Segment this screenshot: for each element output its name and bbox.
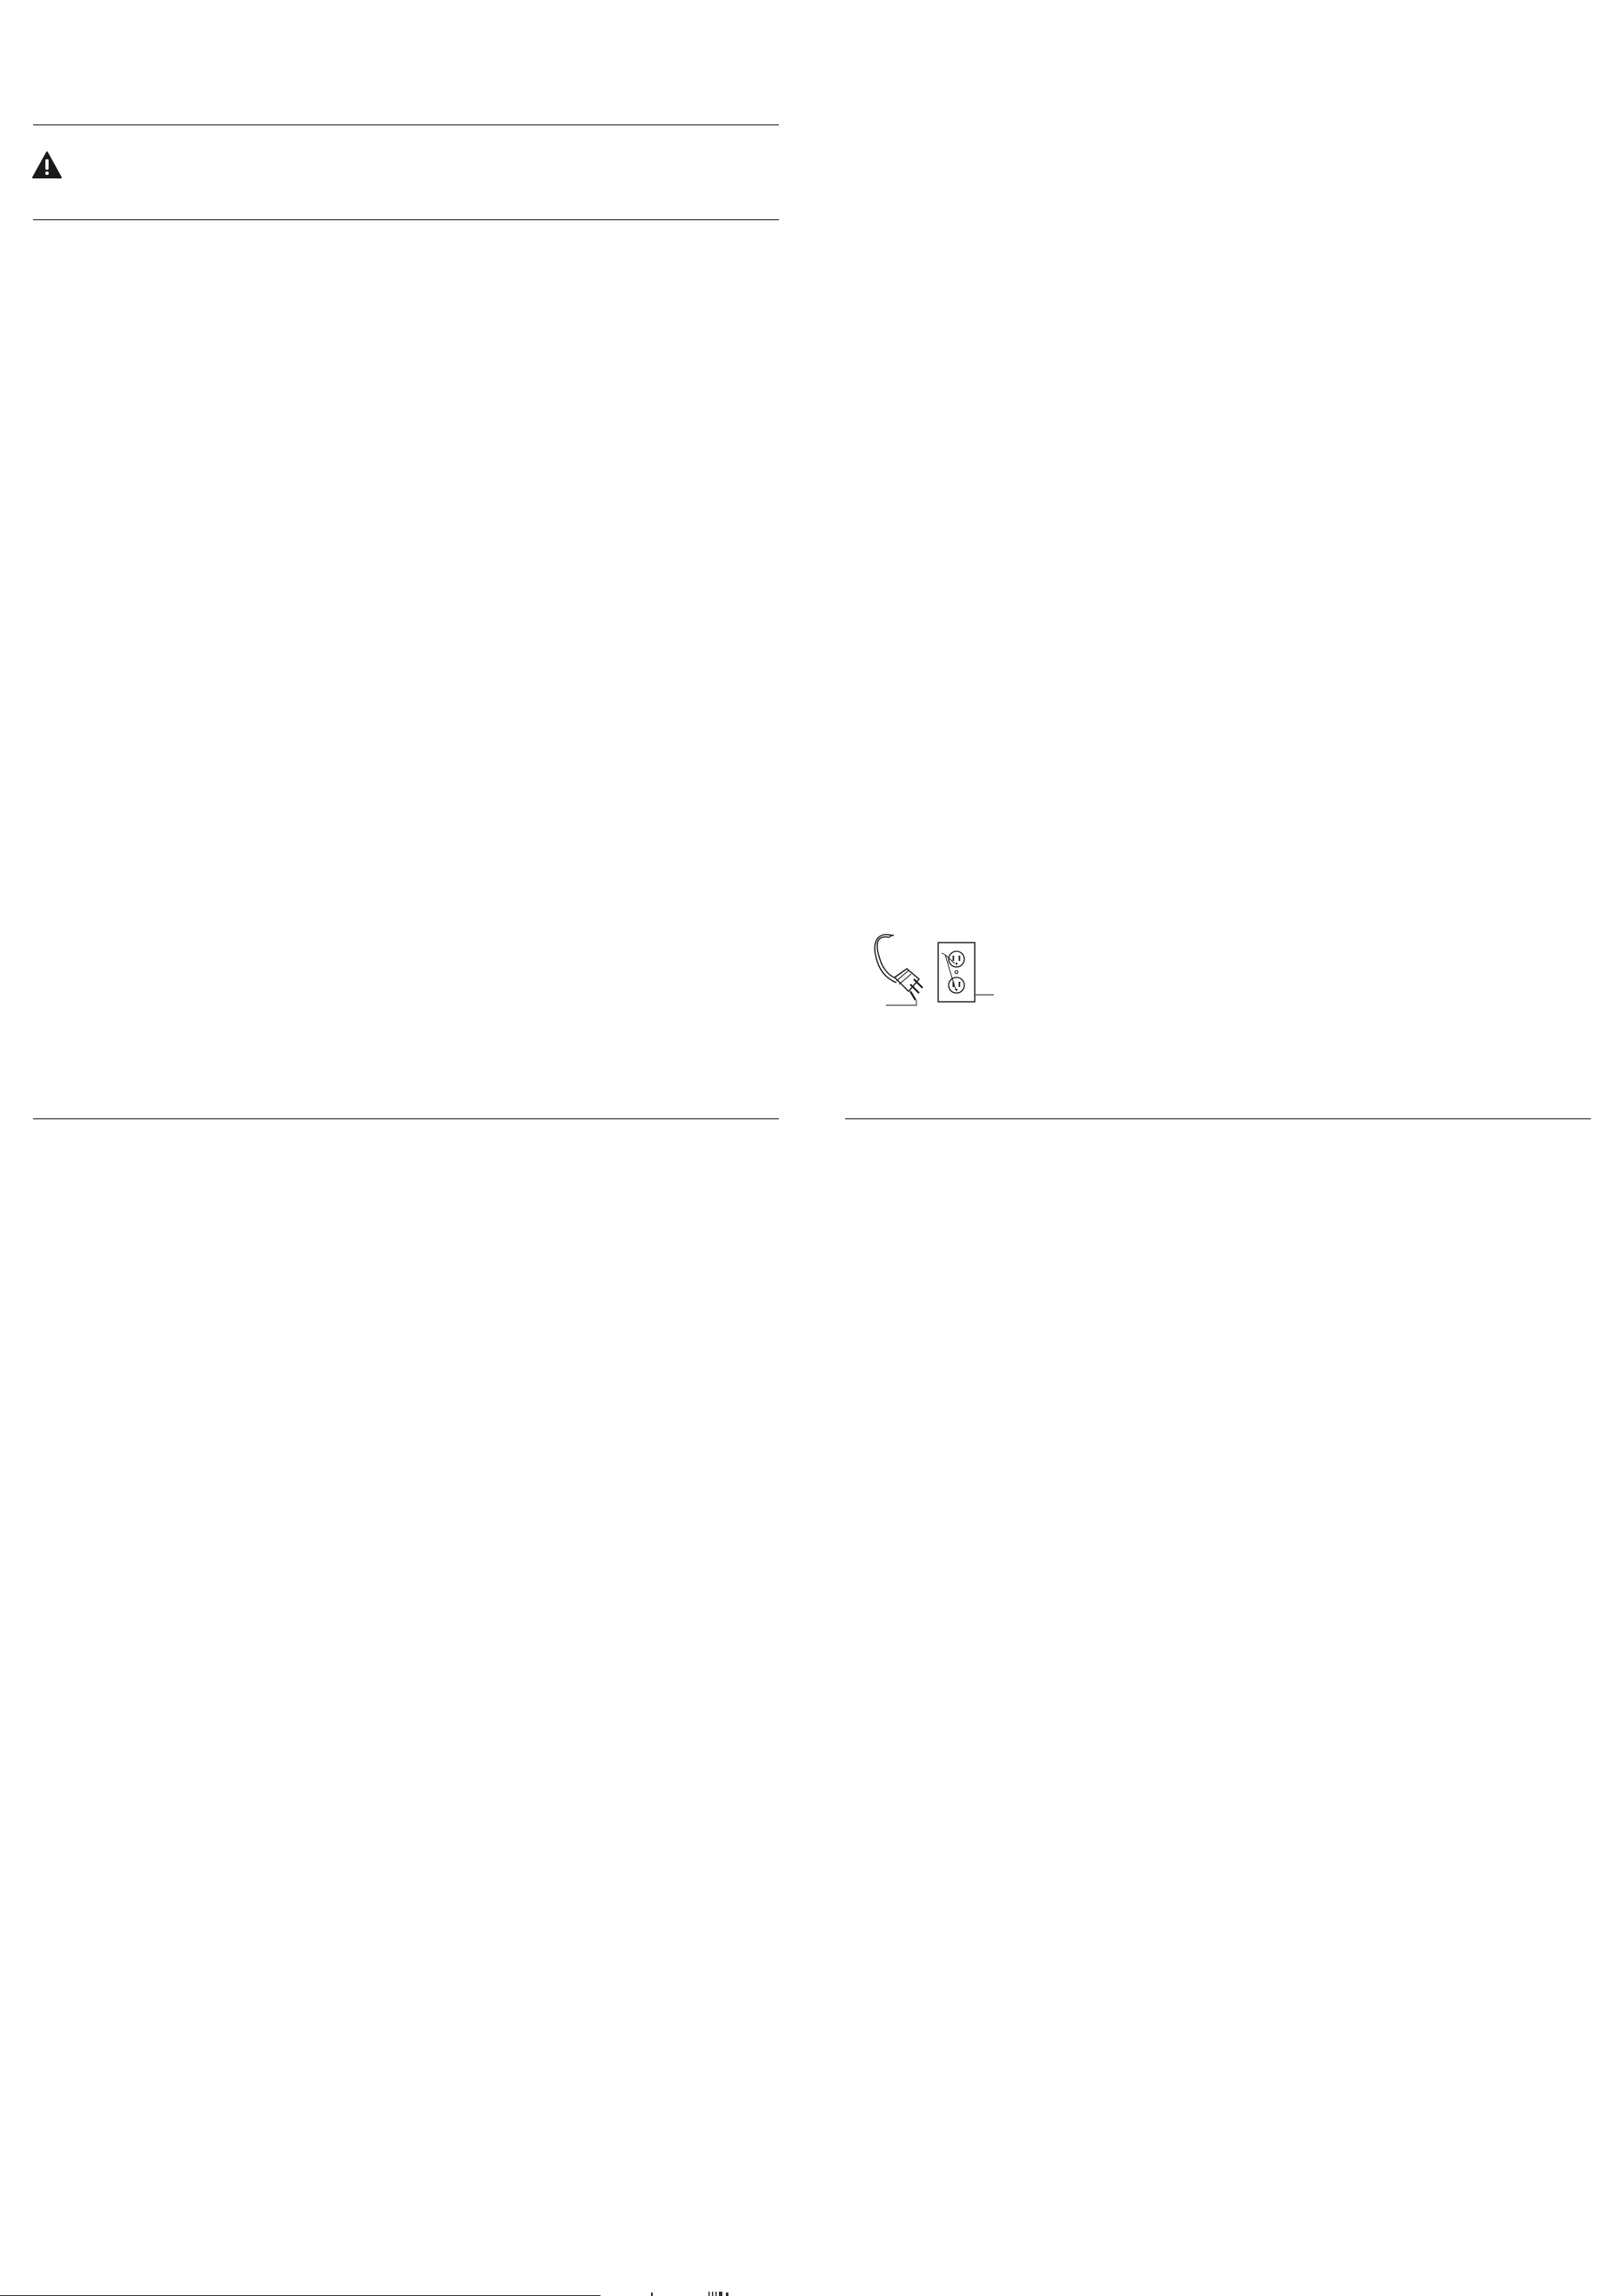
left-footer-rule: [33, 1118, 779, 1119]
warning-triangle-icon: [32, 151, 62, 178]
trim-area: [0, 1144, 1624, 2296]
grounded-plug-and-outlet-illustration: [874, 934, 994, 1006]
left-page: [0, 0, 801, 1152]
manual-spread: [0, 0, 1624, 2296]
section-top-rule: [33, 124, 779, 125]
right-page: [801, 0, 1624, 1152]
printer-marks: [651, 2292, 728, 2296]
right-footer-rule: [845, 1118, 1591, 1119]
warning-bottom-rule: [33, 219, 779, 220]
